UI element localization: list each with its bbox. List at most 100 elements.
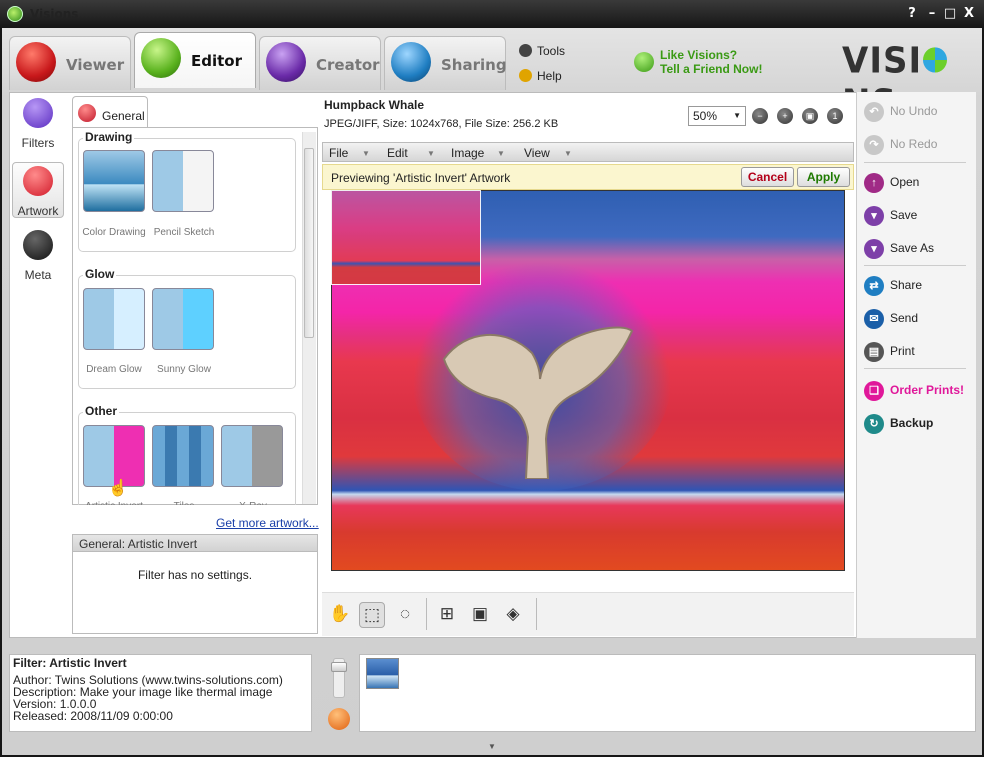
- print-button[interactable]: ▤ Print: [864, 340, 915, 362]
- tab-sharing[interactable]: Sharing: [384, 36, 507, 90]
- actual-size-icon[interactable]: 1: [827, 108, 843, 124]
- tool-separator: [536, 598, 537, 630]
- action-separator: [864, 162, 966, 163]
- tool-separator: [426, 598, 427, 630]
- film-icon: [16, 42, 56, 82]
- menu-file[interactable]: File: [329, 146, 348, 160]
- artwork-label: Tiles: [144, 501, 224, 505]
- sidebar-item-filters[interactable]: Filters: [12, 98, 64, 150]
- menu-view[interactable]: View: [524, 146, 550, 160]
- chevron-down-icon: ▼: [564, 149, 572, 158]
- filter-info-title: Filter: Artistic Invert: [13, 656, 127, 670]
- navigator-thumbnail[interactable]: [331, 190, 481, 285]
- backup-button[interactable]: ↻ Backup: [864, 412, 933, 434]
- backup-label: Backup: [890, 416, 934, 430]
- share-button[interactable]: ⇄ Share: [864, 274, 922, 296]
- hand-tool-icon[interactable]: ✋: [327, 602, 353, 628]
- save-as-icon: ▾: [864, 238, 884, 259]
- artwork-label: Artistic Invert: [74, 501, 154, 505]
- group-title: Glow: [83, 267, 117, 281]
- artwork-thumb-pencil-sketch[interactable]: [152, 150, 214, 212]
- brand-o-icon: [923, 46, 948, 73]
- save-button[interactable]: ▾ Save: [864, 204, 917, 226]
- crop-icon[interactable]: ⊞: [434, 602, 460, 628]
- minimize-button[interactable]: –: [924, 6, 940, 22]
- brush-icon: [141, 38, 181, 78]
- group-title: Drawing: [83, 130, 135, 144]
- tab-editor[interactable]: Editor: [134, 32, 256, 88]
- settings-body: Filter has no settings.: [72, 552, 318, 634]
- settings-header: General: Artistic Invert: [72, 534, 318, 552]
- photos-icon: ❏: [864, 380, 884, 401]
- title-bar: [0, 0, 984, 28]
- menu-image[interactable]: Image: [451, 146, 484, 160]
- palette-icon: [23, 166, 53, 196]
- page-icon: [266, 42, 306, 82]
- artwork-thumb-x-ray[interactable]: [221, 425, 283, 487]
- fit-window-icon[interactable]: ▣: [802, 108, 818, 124]
- ellipse-select-icon[interactable]: ◌: [392, 602, 418, 628]
- zoom-select[interactable]: 50% ▼: [688, 106, 746, 126]
- artwork-label: Pencil Sketch: [153, 227, 215, 238]
- thumbs-up-icon: [634, 52, 654, 72]
- document-icon: [23, 230, 53, 260]
- tab-creator[interactable]: Creator: [259, 36, 381, 90]
- help-icon: [519, 69, 532, 82]
- print-label: Print: [890, 344, 915, 358]
- sidebar-item-label: Artwork: [17, 204, 59, 218]
- group-title: Other: [83, 404, 120, 418]
- artwork-thumb-color-drawing[interactable]: [83, 150, 145, 212]
- tab-viewer[interactable]: Viewer: [9, 36, 131, 90]
- menu-edit[interactable]: Edit: [387, 146, 408, 160]
- artwork-label: Sunny Glow: [157, 364, 211, 375]
- undo-icon: ↶: [864, 101, 884, 122]
- resize-icon[interactable]: ▣: [467, 602, 493, 628]
- redo-label: No Redo: [890, 137, 938, 151]
- help-link[interactable]: Help: [537, 69, 562, 83]
- cancel-button[interactable]: Cancel: [741, 167, 794, 187]
- save-as-button[interactable]: ▾ Save As: [864, 237, 934, 259]
- open-icon: ↑: [864, 172, 884, 193]
- bin-icon[interactable]: [328, 708, 350, 730]
- artwork-label: Dream Glow: [86, 364, 142, 375]
- get-more-artwork-link[interactable]: Get more artwork...: [216, 516, 319, 530]
- tools-link[interactable]: Tools: [537, 44, 565, 58]
- expand-down-icon[interactable]: ▼: [488, 742, 496, 751]
- sidebar-item-artwork[interactable]: Artwork: [12, 162, 64, 218]
- order-prints-button[interactable]: ❏ Order Prints!: [864, 379, 964, 401]
- printer-icon: ▤: [864, 341, 884, 362]
- undo-button[interactable]: ↶ No Undo: [864, 100, 937, 122]
- undo-label: No Undo: [890, 104, 938, 118]
- filmstrip-thumbnail[interactable]: [366, 658, 399, 689]
- app-logo-icon: [7, 6, 23, 22]
- open-button[interactable]: ↑ Open: [864, 171, 919, 193]
- slider-handle[interactable]: [331, 662, 347, 672]
- apply-button[interactable]: Apply: [797, 167, 850, 187]
- tab-sharing-label: Sharing: [441, 56, 507, 74]
- rotate-icon[interactable]: ◈: [500, 602, 526, 628]
- promo-link[interactable]: Like Visions? Tell a Friend Now!: [660, 48, 762, 76]
- zoom-in-icon[interactable]: +: [777, 108, 793, 124]
- rect-select-icon[interactable]: ⬚: [359, 602, 385, 628]
- artwork-thumb-sunny-glow[interactable]: [152, 288, 214, 350]
- artwork-thumb-tiles[interactable]: [152, 425, 214, 487]
- maximize-button[interactable]: □: [942, 6, 958, 22]
- tools-icon: [519, 44, 532, 57]
- redo-button[interactable]: ↷ No Redo: [864, 133, 937, 155]
- chevron-down-icon: ▼: [427, 149, 435, 158]
- close-button[interactable]: X: [961, 6, 977, 22]
- tab-creator-label: Creator: [316, 56, 380, 74]
- forward-icon: [23, 98, 53, 128]
- artwork-thumb-dream-glow[interactable]: [83, 288, 145, 350]
- send-label: Send: [890, 311, 919, 325]
- redo-icon: ↷: [864, 134, 884, 155]
- envelope-icon: ✉: [864, 308, 884, 329]
- send-button[interactable]: ✉ Send: [864, 307, 918, 329]
- zoom-out-icon[interactable]: −: [752, 108, 768, 124]
- filter-info-released: Released: 2008/11/09 0:00:00: [13, 709, 173, 723]
- help-window-button[interactable]: ?: [904, 6, 920, 22]
- sidebar-item-meta[interactable]: Meta: [12, 230, 64, 282]
- tab-general[interactable]: General: [72, 96, 148, 129]
- filmstrip-controls: [326, 654, 352, 732]
- scrollbar-thumb[interactable]: [304, 148, 314, 338]
